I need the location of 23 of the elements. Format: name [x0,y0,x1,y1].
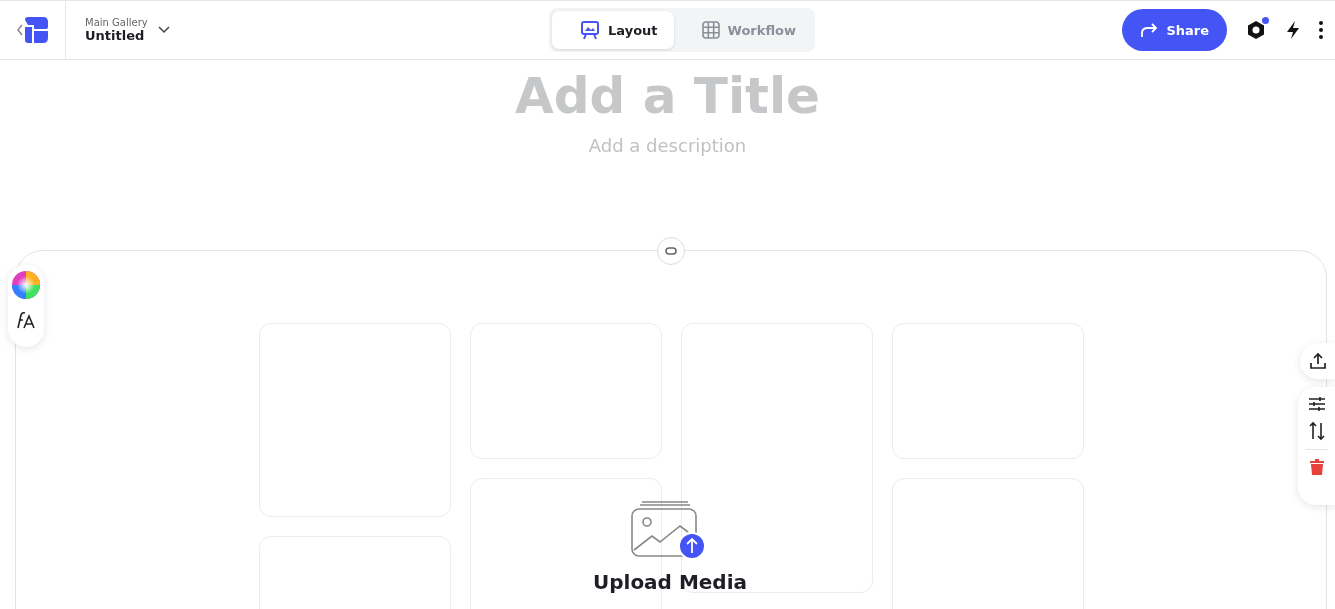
swap-icon[interactable] [1308,421,1326,441]
presentation-icon [580,20,600,40]
chevron-down-icon[interactable] [157,26,170,34]
upload-icon [1309,352,1327,370]
export-button[interactable] [1300,343,1335,379]
drag-handle[interactable] [657,237,685,265]
title-field[interactable]: Add a Title [455,64,880,128]
share-button[interactable]: Share [1122,9,1227,51]
tab[interactable]: Layout [552,11,674,49]
gallery-label: Main Gallery [85,17,148,28]
gallery-name[interactable]: Untitled [85,28,148,43]
font-icon[interactable] [16,311,36,329]
grid-icon [701,21,720,39]
lightning-icon[interactable] [1285,20,1301,40]
color-wheel-icon[interactable] [12,271,40,299]
sliders-icon[interactable] [1308,395,1326,413]
description-field[interactable]: Add a description [515,130,820,160]
trash-icon[interactable] [1309,458,1325,476]
upload-label: Upload Media [592,570,748,594]
settings-icon[interactable] [1245,19,1267,41]
logo-icon[interactable] [15,16,50,44]
share-arrow-icon [1140,22,1159,38]
more-icon[interactable] [1319,21,1323,39]
